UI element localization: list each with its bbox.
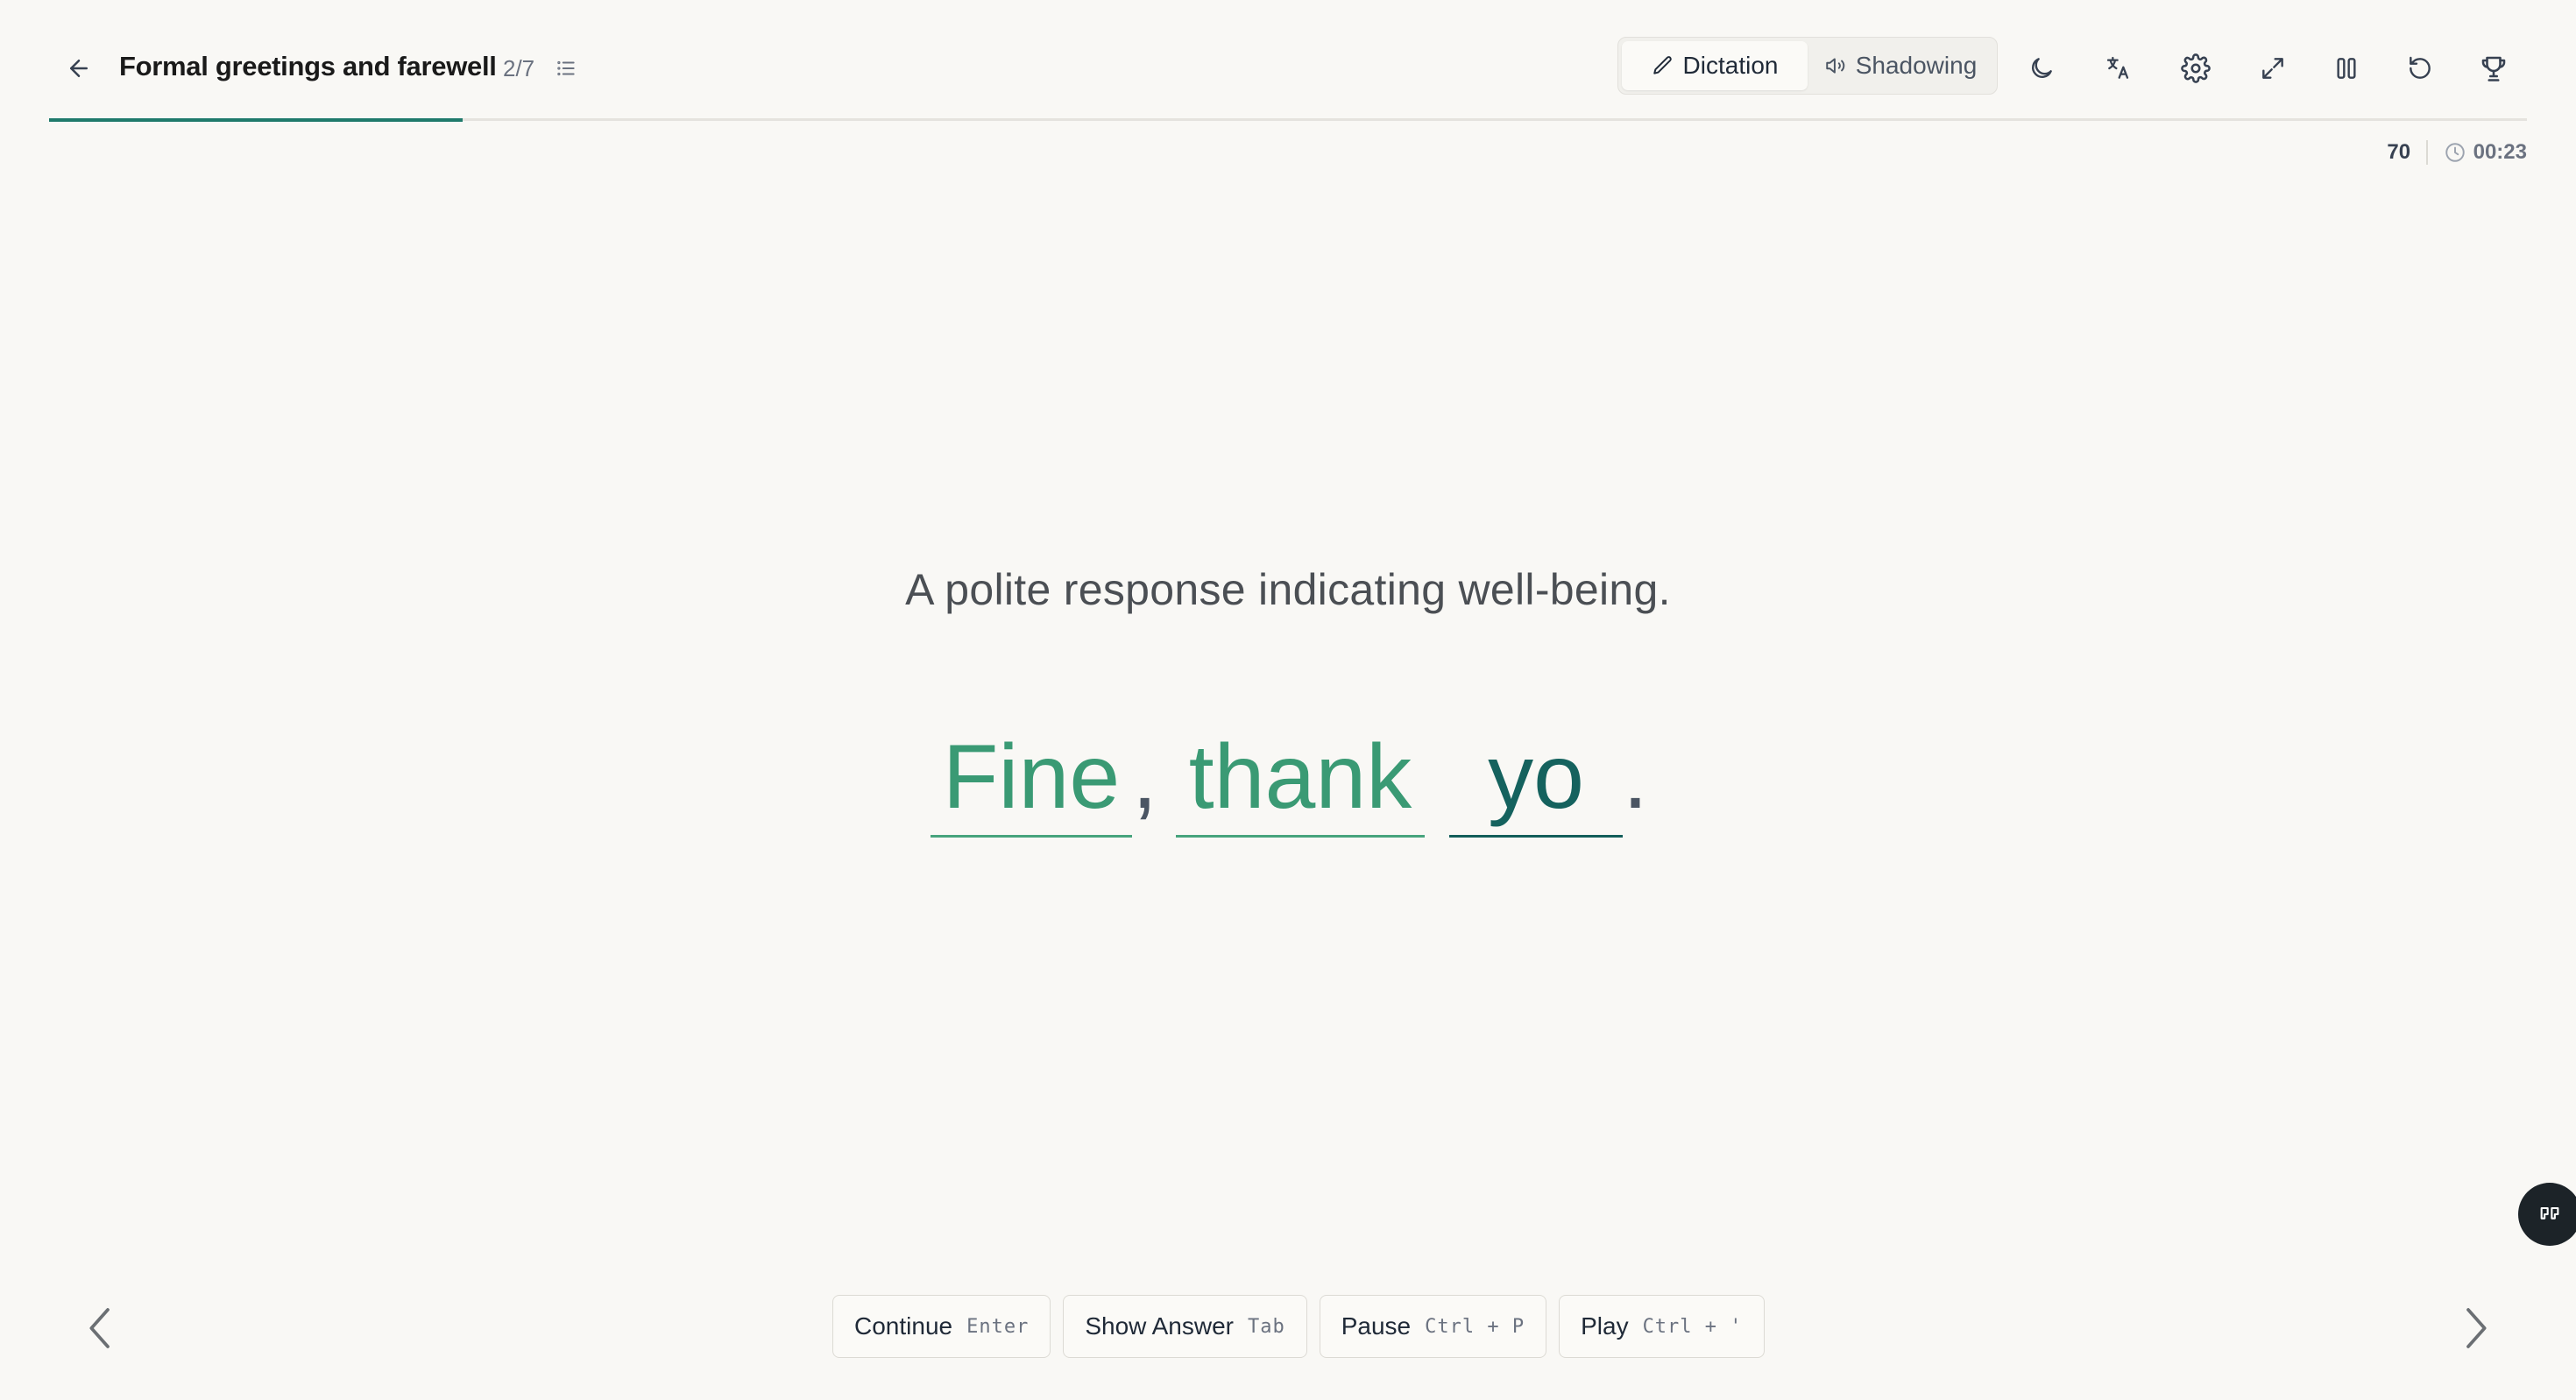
settings-button[interactable]	[2171, 44, 2220, 93]
dictation-mode-button[interactable]: Dictation	[1622, 41, 1808, 90]
lesson-counter: 2/7	[503, 55, 535, 81]
restart-button[interactable]	[2396, 44, 2445, 93]
translate-button[interactable]	[2094, 44, 2143, 93]
pause-label: Pause	[1341, 1312, 1412, 1340]
back-button[interactable]	[60, 49, 98, 88]
pause-button[interactable]: Pause Ctrl + P	[1319, 1295, 1547, 1358]
chevron-right-icon	[2466, 1308, 2487, 1348]
score-value: 70	[2387, 140, 2411, 164]
play-button[interactable]: Play Ctrl + '	[1559, 1295, 1765, 1358]
trophy-icon	[2481, 56, 2506, 81]
reset-icon	[2410, 56, 2431, 79]
pencil-icon	[1652, 56, 1672, 74]
dictation-label: Dictation	[1682, 52, 1779, 79]
shadowing-mode-button[interactable]: Shadowing	[1808, 41, 1993, 90]
play-label: Play	[1581, 1312, 1629, 1340]
arrow-left-icon	[70, 60, 88, 77]
timer: 00:23	[2444, 140, 2527, 165]
list-icon	[557, 60, 575, 76]
previous-sentence-button[interactable]	[70, 1293, 133, 1363]
progress-bar	[49, 117, 2527, 122]
clock-icon	[2445, 143, 2465, 162]
sentence-hint: A polite response indicating well-being.	[905, 565, 1671, 614]
show-answer-shortcut: Tab	[1247, 1315, 1285, 1338]
play-shortcut: Ctrl + '	[1642, 1315, 1743, 1338]
word-input-1[interactable]: Fine	[931, 717, 1132, 838]
continue-label: Continue	[854, 1312, 953, 1340]
top-bar: Formal greetings and farewell 2/7 Dictat…	[49, 33, 2527, 100]
progress-fill	[49, 117, 464, 122]
show-answer-button[interactable]: Show Answer Tab	[1063, 1295, 1307, 1358]
comma-punctuation: ,	[1132, 726, 1157, 828]
stats-bar: 70 00:23	[2387, 137, 2527, 168]
expand-icon	[2262, 58, 2283, 79]
pause-shortcut: Ctrl + P	[1425, 1315, 1525, 1338]
show-answer-label: Show Answer	[1085, 1312, 1234, 1340]
dark-mode-button[interactable]	[2017, 44, 2066, 93]
lesson-title: Formal greetings and farewell	[119, 51, 497, 81]
action-bar: Continue Enter Show Answer Tab Pause Ctr…	[832, 1295, 1765, 1358]
speaker-icon	[1825, 58, 1845, 74]
quote-button[interactable]	[2518, 1183, 2576, 1246]
gear-icon	[2181, 53, 2211, 83]
translate-icon	[2106, 56, 2129, 79]
continue-button[interactable]: Continue Enter	[832, 1295, 1051, 1358]
shadowing-label: Shadowing	[1855, 52, 1978, 79]
period-punctuation: .	[1623, 726, 1648, 828]
layout-button[interactable]	[2322, 44, 2371, 93]
continue-shortcut: Enter	[966, 1315, 1030, 1338]
sentence-list-button[interactable]	[550, 53, 582, 84]
word-input-2[interactable]: thank	[1176, 717, 1425, 838]
fullscreen-button[interactable]	[2248, 44, 2297, 93]
word-input-3[interactable]: yo	[1449, 717, 1623, 838]
columns-icon	[2337, 58, 2356, 79]
achievements-button[interactable]	[2469, 44, 2518, 93]
quote-icon	[2540, 1206, 2559, 1220]
chevron-left-icon	[89, 1308, 110, 1348]
mode-toggle: Dictation Shadowing	[1617, 37, 1998, 95]
timer-value: 00:23	[2473, 140, 2527, 164]
next-sentence-button[interactable]	[2443, 1293, 2506, 1363]
moon-icon	[2032, 58, 2052, 78]
stats-divider	[2426, 140, 2428, 165]
dictation-sentence: Fine , thank yo .	[931, 717, 1667, 839]
